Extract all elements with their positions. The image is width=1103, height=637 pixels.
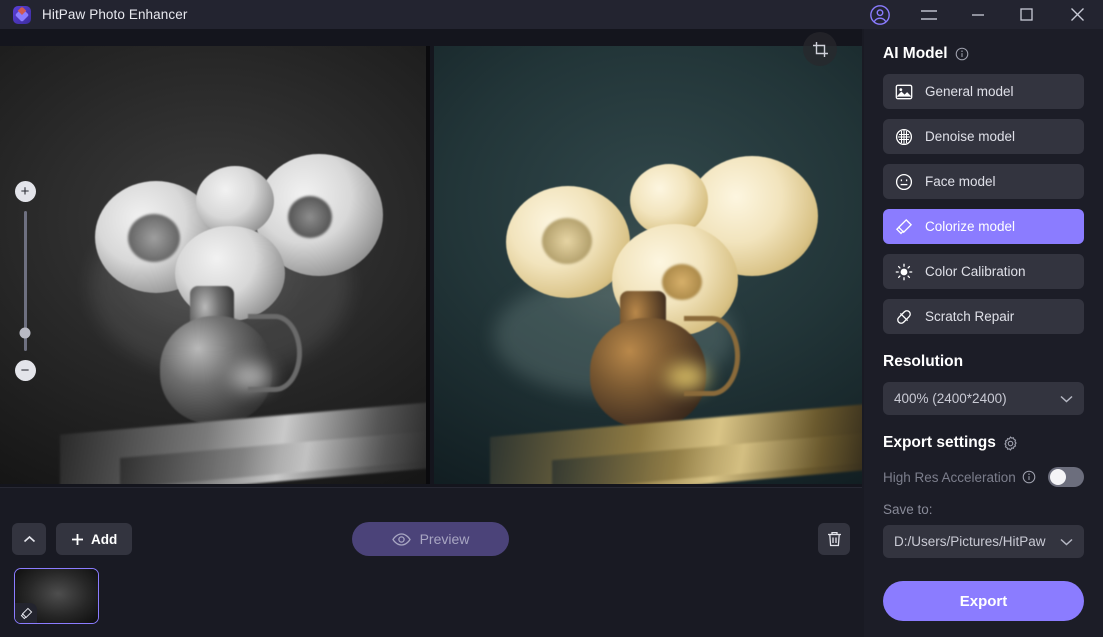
model-item-label: Face model (925, 174, 996, 189)
image-compare-view (0, 46, 862, 484)
model-item-label: Scratch Repair (925, 309, 1015, 324)
resolution-value: 400% (2400*2400) (894, 391, 1007, 406)
denoise-grid-icon (894, 127, 913, 146)
plus-icon (72, 533, 83, 545)
brightness-sun-icon (894, 262, 913, 281)
model-item-label: Color Calibration (925, 264, 1026, 279)
zoom-out-button[interactable]: − (14, 360, 36, 381)
zoom-slider-control[interactable]: + − (14, 181, 36, 381)
ai-model-title-label: AI Model (883, 45, 948, 62)
crop-icon[interactable] (803, 32, 837, 66)
model-item-label: Denoise model (925, 129, 1016, 144)
toggle-knob (1050, 469, 1066, 485)
face-icon (894, 172, 913, 191)
high-res-acceleration-label: High Res Acceleration (883, 469, 1016, 485)
model-item-denoise[interactable]: Denoise model (883, 119, 1084, 154)
info-icon[interactable] (955, 47, 969, 61)
image-divider (426, 46, 430, 484)
close-icon[interactable] (1051, 0, 1103, 29)
hamburger-menu-icon[interactable] (904, 0, 953, 29)
colorize-badge-icon (15, 603, 37, 623)
model-item-face[interactable]: Face model (883, 164, 1084, 199)
eye-icon (391, 532, 411, 546)
save-to-dropdown[interactable]: D:/Users/Pictures/HitPaw (883, 525, 1084, 558)
right-settings-panel: AI Model General model Denoise model Fac… (864, 29, 1103, 637)
ai-model-section-title: AI Model (883, 45, 1084, 63)
add-button[interactable]: Add (56, 523, 133, 555)
save-to-value: D:/Users/Pictures/HitPaw (894, 534, 1046, 549)
gear-icon[interactable] (1003, 435, 1018, 451)
maximize-icon[interactable] (1002, 0, 1051, 29)
high-res-acceleration-toggle[interactable] (1048, 467, 1084, 487)
resolution-dropdown[interactable]: 400% (2400*2400) (883, 382, 1084, 415)
after-image[interactable] (434, 46, 862, 484)
model-item-scratch-repair[interactable]: Scratch Repair (883, 299, 1084, 334)
colorize-brush-icon (894, 217, 913, 236)
preview-button[interactable]: Preview (352, 522, 509, 556)
model-item-label: Colorize model (925, 219, 1016, 234)
resolution-title-label: Resolution (883, 353, 964, 370)
info-icon[interactable] (1022, 470, 1036, 484)
export-settings-section-title: Export settings (883, 434, 1084, 452)
user-account-icon[interactable] (855, 0, 904, 29)
zoom-slider-track[interactable] (19, 211, 31, 351)
chevron-down-icon (1060, 391, 1073, 406)
model-item-colorize[interactable]: Colorize model (883, 209, 1084, 244)
model-item-general[interactable]: General model (883, 74, 1084, 109)
model-item-color-calibration[interactable]: Color Calibration (883, 254, 1084, 289)
export-button[interactable]: Export (883, 581, 1084, 621)
before-image[interactable] (0, 46, 427, 484)
model-item-label: General model (925, 84, 1014, 99)
minimize-icon[interactable] (953, 0, 1002, 29)
app-title: HitPaw Photo Enhancer (42, 7, 188, 22)
preview-button-label: Preview (419, 531, 470, 547)
bandage-icon (894, 307, 913, 326)
add-button-label: Add (91, 531, 118, 547)
title-bar: HitPaw Photo Enhancer (0, 0, 1103, 29)
high-res-acceleration-row: High Res Acceleration (883, 465, 1084, 489)
resolution-section-title: Resolution (883, 353, 1084, 371)
list-item[interactable] (14, 568, 99, 624)
zoom-in-button[interactable]: + (14, 181, 36, 202)
picture-icon (894, 82, 913, 101)
chevron-down-icon (1060, 534, 1073, 549)
trash-icon (827, 531, 841, 547)
collapse-panel-button[interactable] (12, 523, 46, 555)
bottom-toolbar: Add Preview (0, 487, 862, 637)
zoom-slider-thumb[interactable] (19, 327, 31, 339)
window-controls (855, 0, 1103, 29)
delete-button[interactable] (818, 523, 850, 555)
app-window: HitPaw Photo Enhancer + − Add Preview AI… (0, 0, 1103, 637)
hitpaw-logo-icon (13, 5, 31, 24)
export-settings-title-label: Export settings (883, 434, 996, 451)
save-to-label: Save to: (883, 502, 933, 517)
